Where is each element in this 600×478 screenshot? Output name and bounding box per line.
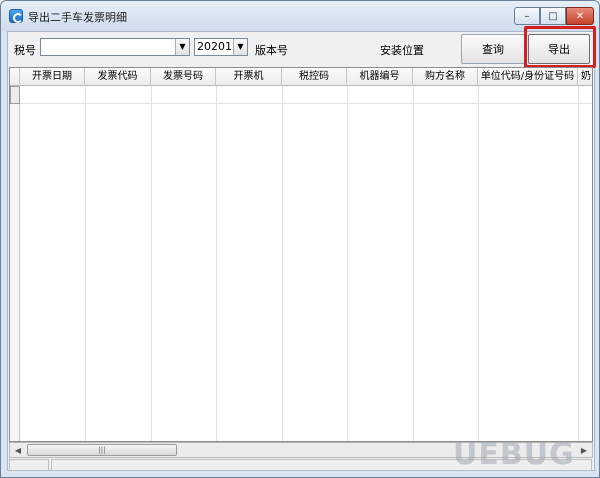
column-header[interactable]: 开票机 <box>216 68 282 86</box>
client-area: 税号 ▼ 202012 ▼ 版本号 安装位置 查询 导出 开票日期 发票代码 发… <box>7 26 596 471</box>
scroll-thumb[interactable]: ||| <box>27 444 177 456</box>
column-divider <box>216 86 217 441</box>
column-divider <box>282 86 283 441</box>
minimize-button[interactable]: – <box>514 7 540 25</box>
column-header[interactable]: 发票号码 <box>151 68 216 86</box>
row-header-corner <box>10 68 20 86</box>
tax-number-combobox[interactable]: ▼ <box>40 38 190 56</box>
install-location-label: 安装位置 <box>380 44 424 57</box>
status-pane <box>9 459 49 471</box>
column-divider <box>151 86 152 441</box>
column-header[interactable]: 税控码 <box>282 68 347 86</box>
invoice-grid[interactable]: 开票日期 发票代码 发票号码 开票机 税控码 机器编号 购方名称 单位代码/身份… <box>9 67 593 442</box>
column-header[interactable]: 机器编号 <box>347 68 413 86</box>
row-header-strip <box>10 104 20 441</box>
toolbar: 税号 ▼ 202012 ▼ 版本号 安装位置 查询 导出 <box>8 26 596 68</box>
watermark-logo: UEBUG <box>453 437 575 472</box>
column-header[interactable]: 单位代码/身份证号码 <box>478 68 578 86</box>
period-combobox[interactable]: 202012 ▼ <box>194 38 248 56</box>
column-header[interactable]: 发票代码 <box>85 68 151 86</box>
column-divider <box>578 86 579 441</box>
version-label: 版本号 <box>255 44 288 57</box>
export-button[interactable]: 导出 <box>528 34 590 64</box>
window-title: 导出二手车发票明细 <box>28 11 127 24</box>
query-button[interactable]: 查询 <box>461 34 525 64</box>
scroll-left-icon[interactable]: ◀ <box>10 443 26 457</box>
column-header[interactable]: 奶 <box>578 68 592 86</box>
chevron-down-icon[interactable]: ▼ <box>175 39 189 55</box>
column-divider <box>347 86 348 441</box>
column-divider <box>413 86 414 441</box>
tax-number-label: 税号 <box>14 44 36 57</box>
chevron-down-icon[interactable]: ▼ <box>233 39 247 55</box>
row-divider <box>20 103 592 104</box>
column-header[interactable]: 购方名称 <box>413 68 478 86</box>
row-indicator[interactable] <box>10 86 20 104</box>
scroll-right-icon[interactable]: ▶ <box>576 443 592 457</box>
maximize-button[interactable]: □ <box>540 7 566 25</box>
column-header[interactable]: 开票日期 <box>20 68 85 86</box>
close-button[interactable]: ✕ <box>566 7 594 25</box>
grid-header: 开票日期 发票代码 发票号码 开票机 税控码 机器编号 购方名称 单位代码/身份… <box>10 68 592 86</box>
title-bar[interactable]: 导出二手车发票明细 – □ ✕ <box>1 1 599 31</box>
app-icon <box>9 9 23 23</box>
application-window: 导出二手车发票明细 – □ ✕ 税号 ▼ 202012 ▼ 版本号 安装位置 查… <box>0 0 600 478</box>
column-divider <box>85 86 86 441</box>
column-divider <box>478 86 479 441</box>
